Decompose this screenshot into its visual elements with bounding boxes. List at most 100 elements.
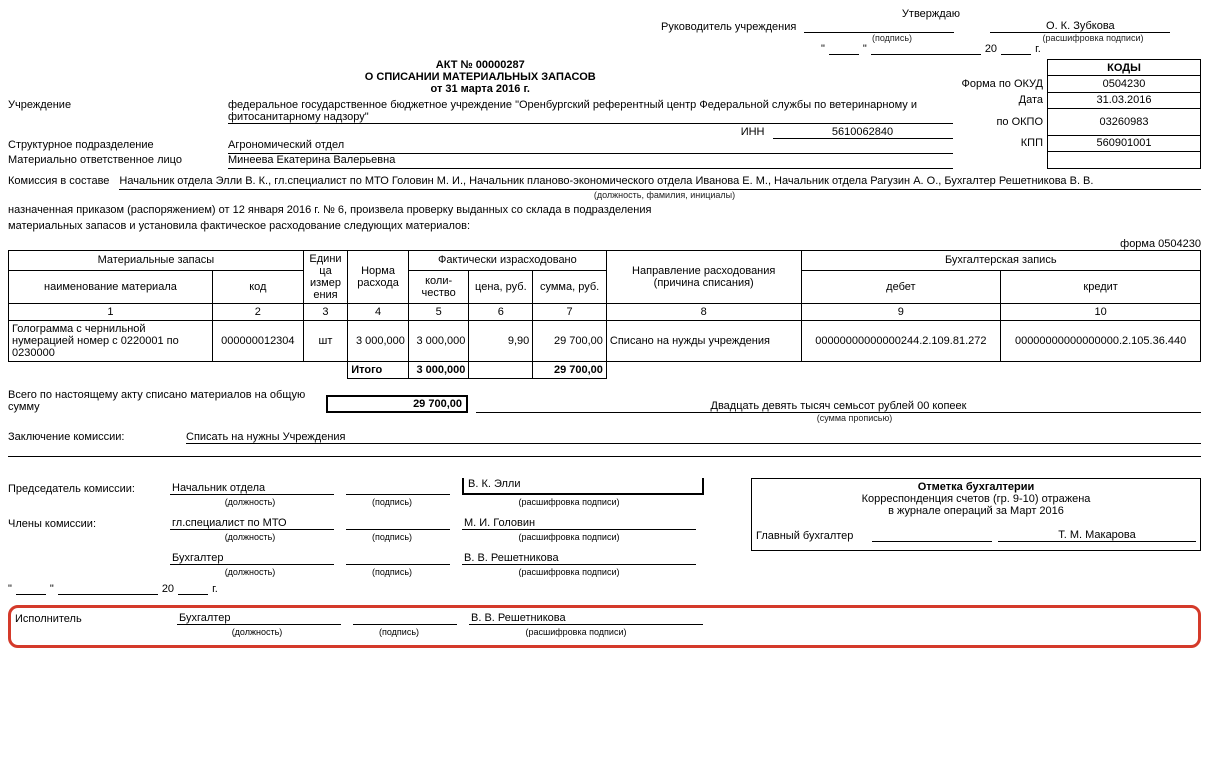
chairman-name-box: В. К. Элли xyxy=(462,478,704,495)
total-words: Двадцать девять тысяч семьсот рублей 00 … xyxy=(476,400,1201,413)
member2-position: Бухгалтер xyxy=(170,552,334,565)
sig-year-prefix: 20 xyxy=(162,583,174,595)
th-qty: коли- чество xyxy=(408,270,469,303)
name-caption: (расшифровка подписи) xyxy=(454,567,684,577)
chief-signature xyxy=(872,541,992,542)
institution-label: Учреждение xyxy=(8,99,222,111)
responsible-value: Минеева Екатерина Валерьевна xyxy=(228,154,953,169)
th-sum: сумма, руб. xyxy=(533,270,607,303)
commission-line1: назначенная приказом (распоряжением) от … xyxy=(8,204,1201,216)
chairman-label: Председатель комиссии: xyxy=(8,483,158,495)
cell-credit: 00000000000000000.2.105.36.440 xyxy=(1001,321,1201,362)
year-prefix: 20 xyxy=(985,43,997,55)
total-sum: 29 700,00 xyxy=(533,362,607,379)
member1-signature xyxy=(346,529,450,530)
cell-unit: шт xyxy=(303,321,347,362)
total-line-label: Всего по настоящему акту списано материа… xyxy=(8,389,318,413)
act-title: О СПИСАНИИ МАТЕРИАЛЬНЫХ ЗАПАСОВ xyxy=(8,71,953,83)
th-unit: Едини ца измер ения xyxy=(303,251,347,304)
codes-table: КОДЫ Форма по ОКУД0504230 Дата31.03.2016… xyxy=(961,59,1202,169)
colnum-1: 1 xyxy=(9,304,213,321)
department-label: Структурное подразделение xyxy=(8,139,222,151)
date-month xyxy=(871,43,981,55)
cell-debit: 00000000000000244.2.109.81.272 xyxy=(801,321,1001,362)
position-caption: (должность) xyxy=(170,532,330,542)
okud-value: 0504230 xyxy=(1048,76,1201,92)
accounting-line2: в журнале операций за Март 2016 xyxy=(756,505,1196,517)
accounting-title: Отметка бухгалтерии xyxy=(756,481,1196,493)
name-caption: (расшифровка подписи) xyxy=(1003,33,1183,43)
responsible-label: Материально ответственное лицо xyxy=(8,154,222,166)
cell-direction: Списано на нужды учреждения xyxy=(606,321,801,362)
signature-caption: (подпись) xyxy=(342,497,442,507)
conclusion-label: Заключение комиссии: xyxy=(8,431,178,444)
colnum-3: 3 xyxy=(303,304,347,321)
th-code: код xyxy=(212,270,303,303)
commission-label: Комиссия в составе xyxy=(8,175,113,187)
name-caption: (расшифровка подписи) xyxy=(454,497,684,507)
executor-name: В. В. Решетникова xyxy=(469,612,703,625)
cell-sum: 29 700,00 xyxy=(533,321,607,362)
th-accounting: Бухгалтерская запись xyxy=(801,251,1201,271)
th-direction: Направление расходования (причина списан… xyxy=(606,251,801,304)
chief-name: Т. М. Макарова xyxy=(998,529,1196,542)
sig-year-suffix: г. xyxy=(212,583,218,595)
th-credit: кредит xyxy=(1001,270,1201,303)
codes-header: КОДЫ xyxy=(1048,60,1201,76)
act-number: АКТ № 00000287 xyxy=(8,59,953,71)
institution-value: федеральное государственное бюджетное уч… xyxy=(228,99,953,124)
codes-empty xyxy=(1048,152,1201,169)
sig-date-year xyxy=(178,583,208,595)
position-caption: (должность) xyxy=(170,567,330,577)
act-date: от 31 марта 2016 г. xyxy=(8,83,953,95)
signature-caption: (подпись) xyxy=(342,532,442,542)
okpo-value: 03260983 xyxy=(1048,108,1201,135)
colnum-10: 10 xyxy=(1001,304,1201,321)
th-norm: Норма расхода xyxy=(348,251,409,304)
executor-signature-caption: (подпись) xyxy=(349,627,449,637)
date-year xyxy=(1001,43,1031,55)
colnum-6: 6 xyxy=(469,304,533,321)
approve-title: Утверждаю xyxy=(661,8,1201,20)
executor-position-caption: (должность) xyxy=(177,627,337,637)
position-caption: (должность) xyxy=(170,497,330,507)
executor-signature xyxy=(353,624,457,625)
date-label: Дата xyxy=(961,92,1048,108)
chief-label: Главный бухгалтер xyxy=(756,530,866,542)
cell-price: 9,90 xyxy=(469,321,533,362)
member2-name: В. В. Решетникова xyxy=(462,552,696,565)
th-price: цена, руб. xyxy=(469,270,533,303)
th-spent: Фактически израсходовано xyxy=(408,251,606,271)
main-table: Материальные запасы Едини ца измер ения … xyxy=(8,250,1201,379)
conclusion-text: Списать на нужны Учреждения xyxy=(186,431,1201,444)
kpp-value: 560901001 xyxy=(1048,135,1201,151)
member2-signature xyxy=(346,564,450,565)
th-materials: Материальные запасы xyxy=(9,251,304,271)
table-row: Голограмма с чернильной нумерацией номер… xyxy=(9,321,1201,362)
colnum-8: 8 xyxy=(606,304,801,321)
commission-line2: материальных запасов и установила фактич… xyxy=(8,220,1201,232)
executor-name-caption: (расшифровка подписи) xyxy=(461,627,691,637)
leader-label: Руководитель учреждения xyxy=(661,21,796,33)
conclusion-line2 xyxy=(8,456,1201,457)
th-debit: дебет xyxy=(801,270,1001,303)
chairman-signature xyxy=(346,494,450,495)
kpp-label: КПП xyxy=(961,135,1048,151)
commission-members: Начальник отдела Элли В. К., гл.специали… xyxy=(119,175,1201,190)
colnum-4: 4 xyxy=(348,304,409,321)
date-value: 31.03.2016 xyxy=(1048,92,1201,108)
inn-label: ИНН xyxy=(741,126,765,139)
th-name: наименование материала xyxy=(9,270,213,303)
name-caption: (расшифровка подписи) xyxy=(454,532,684,542)
signature-caption: (подпись) xyxy=(342,567,442,577)
year-suffix: г. xyxy=(1035,43,1041,55)
executor-box: Исполнитель Бухгалтер В. В. Решетникова … xyxy=(8,605,1201,648)
sig-date-day xyxy=(16,583,46,595)
member1-name: М. И. Головин xyxy=(462,517,696,530)
accounting-line1: Корреспонденция счетов (гр. 9-10) отраже… xyxy=(756,493,1196,505)
commission-caption: (должность, фамилия, инициалы) xyxy=(8,190,1201,200)
colnum-7: 7 xyxy=(533,304,607,321)
members-label: Члены комиссии: xyxy=(8,518,158,530)
cell-code: 000000012304 xyxy=(212,321,303,362)
sig-date-month xyxy=(58,583,158,595)
